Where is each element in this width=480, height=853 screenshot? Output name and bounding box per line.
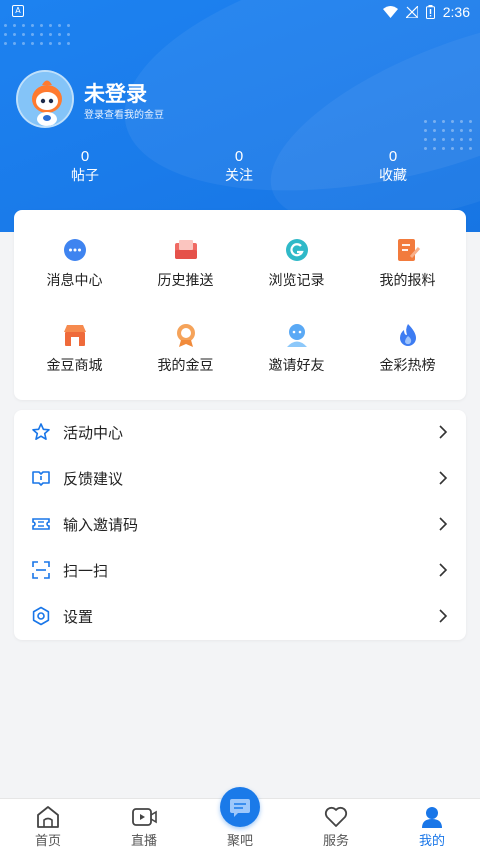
dot-pattern-decoration (424, 120, 472, 150)
chevron-right-icon (439, 517, 448, 531)
grid-item-label: 浏览记录 (268, 273, 325, 289)
chevron-right-icon (439, 609, 448, 623)
battery-icon (425, 5, 435, 19)
menu-item-invite-code[interactable]: 输入邀请码 (14, 502, 466, 548)
grid-item-label: 我的报料 (379, 273, 436, 289)
chat-icon (230, 799, 250, 817)
grid-item-my-beans[interactable]: 我的金豆 (129, 322, 242, 392)
grid-item-label: 我的金豆 (157, 358, 214, 374)
tab-label: 我的 (418, 834, 445, 849)
chevron-right-icon (439, 563, 448, 577)
chevron-right-icon (439, 471, 448, 485)
flame-icon (400, 324, 416, 346)
grid-item-label: 邀请好友 (268, 358, 325, 374)
tab-label: 首页 (34, 834, 61, 849)
menu-item-feedback[interactable]: 反馈建议 (14, 456, 466, 502)
menu-item-activity-center[interactable]: 活动中心 (14, 410, 466, 456)
tab-services[interactable]: 服务 (288, 799, 384, 853)
notification-badge-icon: A (12, 5, 24, 17)
grid-item-hot-ranking[interactable]: 金彩热榜 (351, 322, 464, 392)
invite-icon (287, 324, 307, 347)
stat-value: 0 (234, 148, 244, 165)
menu-item-label: 输入邀请码 (63, 516, 139, 534)
user-icon (422, 807, 442, 828)
tab-label: 服务 (322, 834, 349, 849)
profile-header (0, 0, 480, 232)
stat-label: 收藏 (379, 168, 407, 184)
menu-item-label: 活动中心 (63, 424, 124, 442)
tab-label: 直播 (130, 834, 157, 849)
grid-item-label: 消息中心 (46, 273, 103, 289)
wifi-icon (382, 6, 398, 18)
tab-mine[interactable]: 我的 (384, 799, 480, 853)
community-center-button[interactable] (220, 787, 260, 827)
tab-home[interactable]: 首页 (0, 799, 96, 853)
stat-label: 帖子 (71, 168, 99, 184)
avatar[interactable] (16, 70, 74, 128)
ticket-icon (32, 518, 50, 530)
menu-item-settings[interactable]: 设置 (14, 594, 466, 640)
status-bar: A 2:36 (0, 0, 480, 24)
grid-item-invite-friends[interactable]: 邀请好友 (240, 322, 353, 392)
menu-item-label: 反馈建议 (63, 470, 124, 488)
stat-posts[interactable]: 0 帖子 (45, 148, 125, 185)
grid-item-message-center[interactable]: 消息中心 (18, 237, 131, 307)
quick-actions-card: 消息中心 历史推送 浏览记录 我的报料 金豆商城 我的金豆 邀请好友 金彩热榜 (14, 210, 466, 400)
shop-icon (64, 325, 86, 346)
grid-item-history-push[interactable]: 历史推送 (129, 237, 242, 307)
chevron-right-icon (439, 425, 448, 439)
stat-label: 关注 (225, 168, 253, 184)
feedback-icon (32, 471, 50, 486)
edit-note-icon (398, 239, 421, 261)
no-signal-icon (405, 6, 418, 18)
login-hint-text[interactable]: 登录查看我的金豆 (84, 106, 164, 121)
stat-value: 0 (388, 148, 398, 165)
tab-live[interactable]: 直播 (96, 799, 192, 853)
grid-item-my-reports[interactable]: 我的报料 (351, 237, 464, 307)
grid-item-label: 金彩热榜 (379, 358, 436, 374)
mailbox-icon (175, 240, 197, 259)
menu-item-label: 设置 (63, 608, 94, 626)
stats-row: 0 帖子 0 关注 0 收藏 (0, 148, 480, 188)
medal-icon (177, 324, 195, 347)
login-status-title[interactable]: 未登录 (84, 78, 147, 108)
stat-following[interactable]: 0 关注 (199, 148, 279, 185)
scan-icon (32, 561, 50, 579)
stat-value: 0 (80, 148, 90, 165)
grid-item-label: 历史推送 (157, 273, 214, 289)
stat-favorites[interactable]: 0 收藏 (353, 148, 433, 185)
clock-time: 2:36 (442, 4, 470, 20)
menu-list-card: 活动中心 反馈建议 输入邀请码 扫一扫 设置 (14, 410, 466, 640)
message-icon (64, 239, 86, 261)
dot-pattern-decoration (4, 24, 70, 45)
star-icon (32, 423, 50, 440)
menu-item-label: 扫一扫 (63, 562, 109, 580)
tab-label: 聚吧 (226, 834, 253, 849)
grid-item-bean-mall[interactable]: 金豆商城 (18, 322, 131, 392)
home-icon (37, 806, 59, 828)
history-icon (286, 239, 308, 261)
menu-item-scan[interactable]: 扫一扫 (14, 548, 466, 594)
heart-icon (324, 806, 348, 827)
settings-icon (32, 606, 50, 626)
grid-item-label: 金豆商城 (46, 358, 103, 374)
grid-item-browse-history[interactable]: 浏览记录 (240, 237, 353, 307)
live-icon (132, 808, 157, 826)
